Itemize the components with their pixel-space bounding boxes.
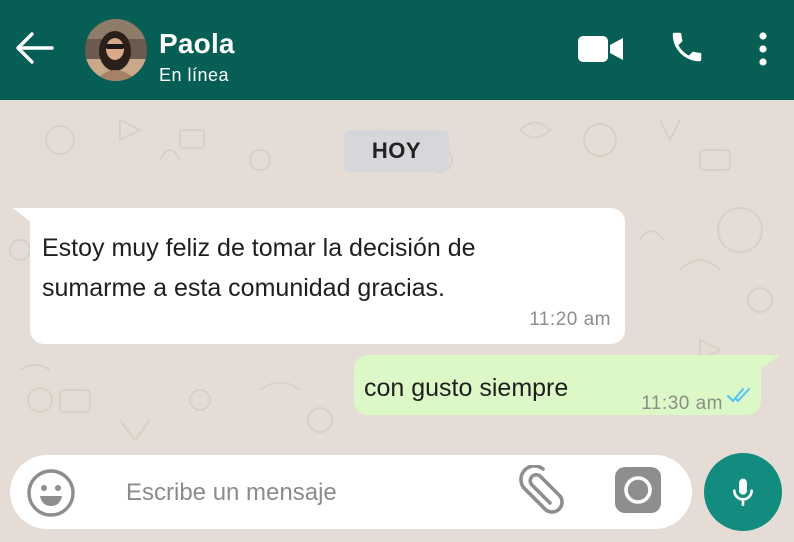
microphone-button[interactable]: [704, 453, 782, 531]
avatar[interactable]: [85, 19, 147, 81]
message-time: 11:20 am: [529, 309, 611, 330]
emoji-icon[interactable]: [26, 468, 76, 518]
phone-call-icon[interactable]: [668, 28, 706, 66]
message-text-line: Estoy muy feliz de tomar la decisión de: [42, 234, 476, 262]
read-ticks-icon: [727, 388, 750, 402]
back-arrow-icon[interactable]: [14, 30, 54, 66]
message-text-line: sumarme a esta comunidad gracias.: [42, 274, 445, 302]
message-input[interactable]: [126, 475, 486, 511]
outgoing-bubble-tail: [758, 355, 780, 371]
contact-name[interactable]: Paola: [159, 28, 235, 60]
video-call-icon[interactable]: [578, 35, 624, 63]
camera-icon[interactable]: [614, 466, 662, 514]
attach-clip-icon[interactable]: [510, 465, 570, 525]
contact-photo: [85, 19, 147, 81]
microphone-icon: [733, 478, 753, 506]
more-menu-icon[interactable]: [755, 31, 771, 67]
message-composer: [10, 455, 692, 529]
chat-header: Paola En línea: [0, 0, 794, 100]
outgoing-message[interactable]: con gusto siempre 11:30 am: [354, 355, 761, 415]
date-chip: HOY: [344, 130, 449, 172]
message-time: 11:30 am: [641, 393, 723, 414]
message-text: con gusto siempre: [364, 374, 569, 402]
contact-status: En línea: [159, 65, 230, 85]
incoming-message[interactable]: Estoy muy feliz de tomar la decisión de …: [30, 208, 625, 344]
